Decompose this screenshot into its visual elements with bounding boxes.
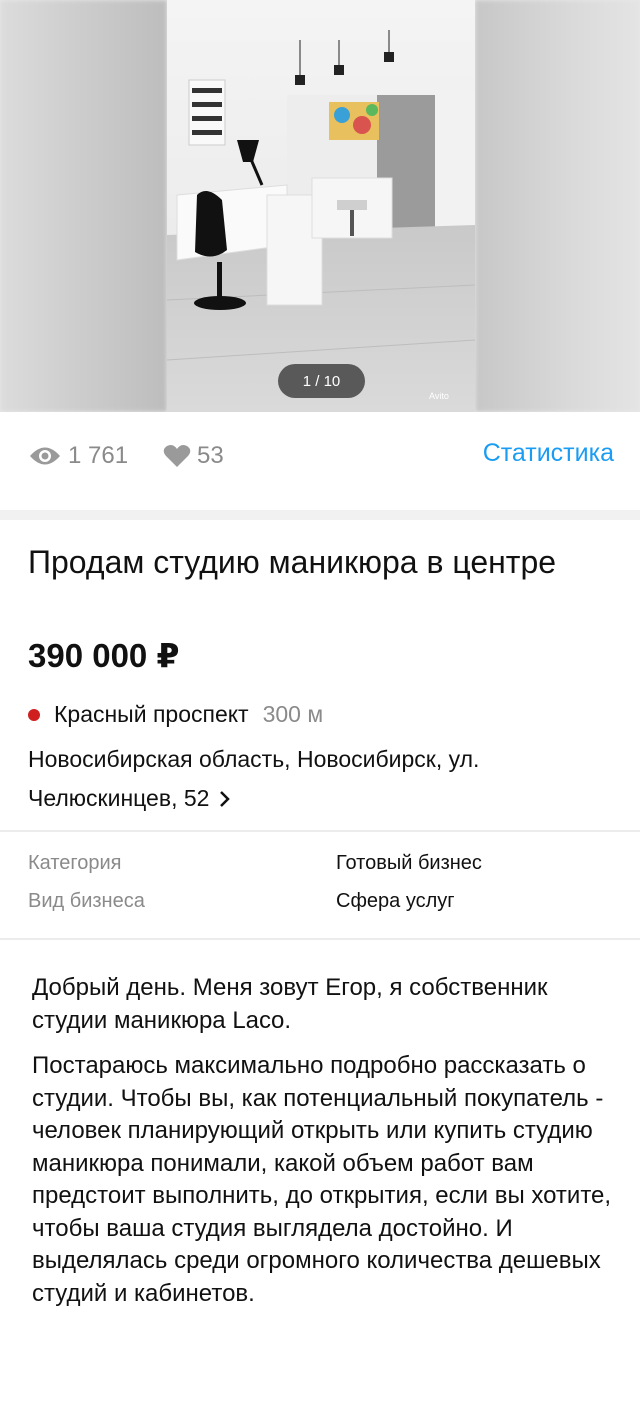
chevron-right-icon	[219, 781, 231, 820]
statistics-link[interactable]: Статистика	[483, 439, 614, 468]
likes-value: 53	[197, 442, 224, 469]
address-text: Новосибирская область, Новосибирск, ул. …	[28, 746, 480, 811]
description-paragraph: Добрый день. Меня зовут Егор, я собствен…	[32, 974, 548, 1034]
metro-station-name: Красный проспект	[54, 701, 249, 727]
avito-watermark: Avito	[429, 391, 449, 401]
listing-price: 390 000 ₽	[28, 637, 180, 674]
param-value-category: Готовый бизнес	[336, 852, 482, 874]
photo-gallery[interactable]: Avito 1 / 10	[0, 0, 640, 412]
description-paragraph: Постараюсь максимально подробно рассказа…	[32, 1052, 612, 1307]
param-value-business-type: Сфера услуг	[336, 890, 455, 912]
metro-distance: 300 м	[262, 701, 324, 727]
listing-photo[interactable]: Avito	[167, 0, 475, 412]
listing-title: Продам студию маникюра в центре	[28, 544, 557, 580]
section-gap	[0, 510, 640, 520]
views-count: 1 761	[28, 442, 128, 470]
param-label-business-type: Вид бизнеса	[28, 890, 145, 912]
metro-station: Красный проспект 300 м	[28, 701, 323, 728]
eye-icon	[30, 447, 60, 465]
stats-row: 1 761 53 Статистика	[0, 412, 640, 510]
views-value: 1 761	[68, 442, 129, 469]
gallery-blur-right	[475, 0, 640, 412]
photo-counter: 1 / 10	[278, 364, 365, 398]
divider	[0, 938, 640, 940]
gallery-blur-left	[0, 0, 167, 412]
address-link[interactable]: Новосибирская область, Новосибирск, ул. …	[28, 740, 598, 820]
likes-count: 53	[163, 442, 224, 470]
divider	[0, 830, 640, 832]
metro-line-icon	[28, 708, 40, 721]
heart-icon	[163, 445, 191, 467]
param-label-category: Категория	[28, 852, 122, 874]
